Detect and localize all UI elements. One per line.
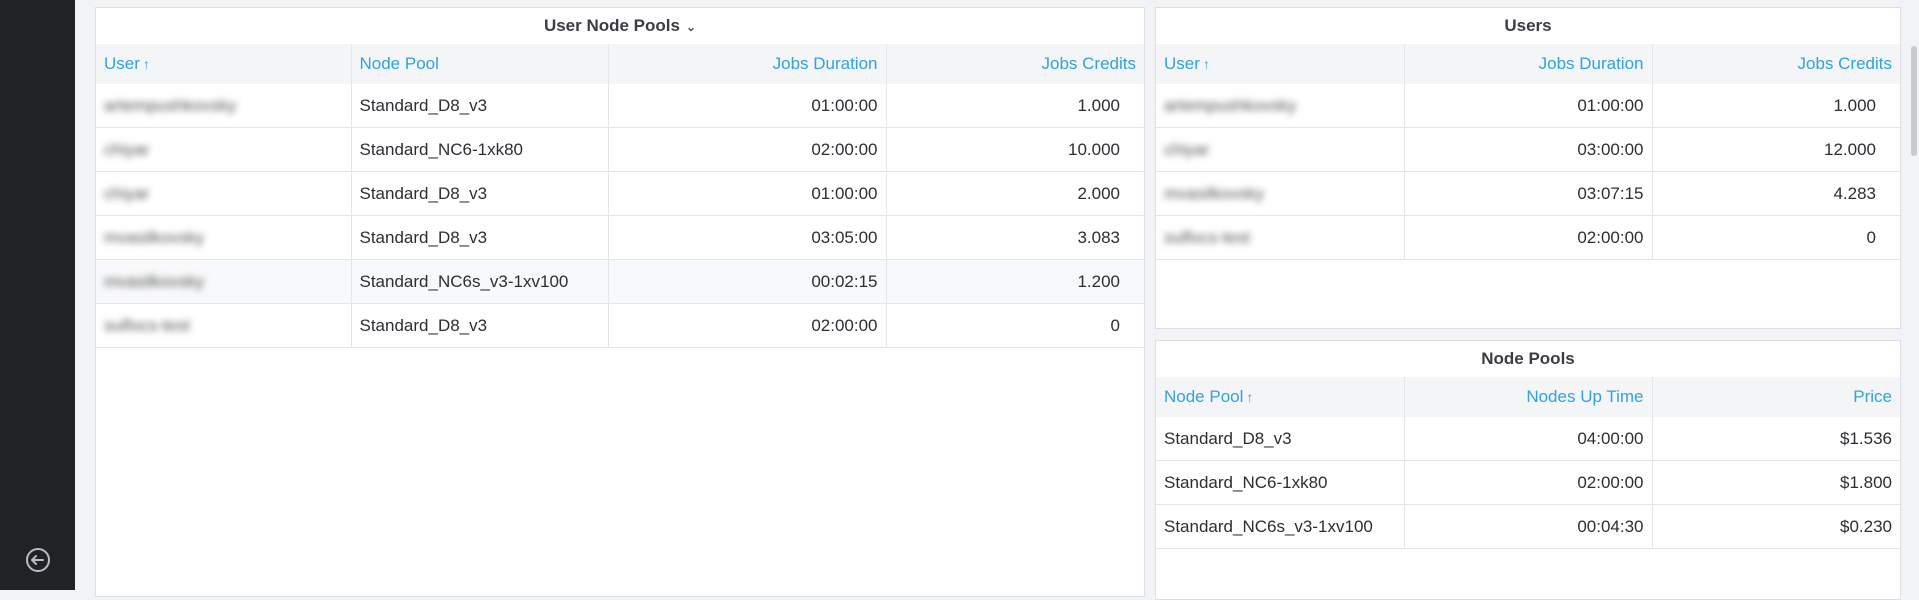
user-cell: mvasilkovsky	[96, 215, 352, 260]
arrow-up-icon: ↑	[142, 56, 150, 72]
jobs-duration-cell: 03:00:00	[1404, 127, 1653, 172]
jobs-duration-cell: 02:00:00	[1404, 215, 1653, 260]
user-cell: chiyar	[1156, 127, 1405, 172]
jobs-credits-cell: 1.000	[1652, 84, 1900, 128]
jobs-credits-cell: 1.000	[886, 84, 1144, 128]
table-row: Standard_D8_v3 04:00:00 $1.536	[1156, 417, 1900, 461]
nodes-up-time-cell: 00:04:30	[1404, 504, 1653, 549]
column-label: User	[1164, 54, 1200, 73]
user-node-pools-panel: User Node Pools ⌄ User ↑ Node Pool Jobs Du…	[95, 7, 1145, 597]
table-row: chiyar 03:00:00 12.000	[1156, 127, 1900, 172]
arrow-up-icon: ↑	[1246, 389, 1254, 405]
column-header-jobs-duration[interactable]: Jobs Duration	[608, 44, 887, 84]
jobs-duration-cell: 03:05:00	[608, 215, 887, 260]
node-pool-cell: Standard_NC6-1xk80	[1156, 460, 1405, 505]
user-cell: mvasilkovsky	[1156, 171, 1405, 216]
column-header-jobs-duration[interactable]: Jobs Duration	[1404, 44, 1653, 84]
node-pools-title: Node Pools	[1481, 349, 1575, 368]
node-pool-cell: Standard_NC6-1xk80	[351, 127, 609, 172]
node-pool-cell: Standard_D8_v3	[351, 84, 609, 128]
user-name: mvasilkovsky	[104, 227, 205, 247]
user-node-pools-table: User ↑ Node Pool Jobs Duration Jobs Credi…	[96, 44, 1144, 348]
table-row: Standard_NC6-1xk80 02:00:00 $1.800	[1156, 460, 1900, 505]
user-cell: chiyar	[96, 127, 352, 172]
user-name: mvasilkovsky	[104, 271, 205, 291]
jobs-credits-cell: 12.000	[1652, 127, 1900, 172]
node-pools-table: Node Pool ↑ Nodes Up Time Price Standard_…	[1156, 377, 1900, 549]
column-label: Node Pool	[1164, 387, 1244, 406]
table-row: mvasilkovsky 03:07:15 4.283	[1156, 171, 1900, 216]
sign-out-icon[interactable]	[25, 547, 51, 573]
node-pool-cell: Standard_D8_v3	[1156, 417, 1405, 461]
column-header-price[interactable]: Price	[1652, 377, 1900, 417]
jobs-duration-cell: 01:00:00	[1404, 84, 1653, 128]
user-node-pools-title[interactable]: User Node Pools ⌄	[96, 8, 1144, 44]
table-row: artempushkovsky Standard_D8_v3 01:00:00 1.0…	[96, 84, 1144, 128]
column-header-node-pool[interactable]: Node Pool ↑	[1156, 377, 1405, 417]
user-name: sulfocs-test	[1164, 227, 1250, 247]
table-row: artempushkovsky 01:00:00 1.000	[1156, 84, 1900, 128]
jobs-credits-cell: 2.000	[886, 171, 1144, 216]
user-name: mvasilkovsky	[1164, 183, 1265, 203]
price-cell: $0.230	[1652, 504, 1900, 549]
arrow-up-icon: ↑	[1202, 56, 1210, 72]
user-cell: sulfocs-test	[1156, 215, 1405, 260]
jobs-duration-cell: 02:00:00	[608, 127, 887, 172]
user-cell: artempushkovsky	[96, 84, 352, 128]
jobs-credits-cell: 0	[1652, 215, 1900, 260]
price-cell: $1.536	[1652, 417, 1900, 461]
chevron-down-icon[interactable]: ⌄	[686, 20, 696, 34]
user-cell: mvasilkovsky	[96, 259, 352, 304]
column-header-nodes-up-time[interactable]: Nodes Up Time	[1404, 377, 1653, 417]
user-name: sulfocs-test	[104, 315, 190, 335]
table-row: mvasilkovsky Standard_D8_v3 03:05:00 3.083	[96, 215, 1144, 260]
column-header-user[interactable]: User ↑	[96, 44, 352, 84]
column-header-node-pool[interactable]: Node Pool	[351, 44, 609, 84]
jobs-duration-cell: 01:00:00	[608, 84, 887, 128]
table-row: chiyar Standard_D8_v3 01:00:00 2.000	[96, 171, 1144, 216]
user-cell: sulfocs-test	[96, 303, 352, 348]
jobs-duration-cell: 01:00:00	[608, 171, 887, 216]
node-pool-cell: Standard_NC6s_v3-1xv100	[351, 259, 609, 304]
jobs-duration-cell: 02:00:00	[608, 303, 887, 348]
table-row: mvasilkovsky Standard_NC6s_v3-1xv100 00:02…	[96, 259, 1144, 304]
sidebar	[0, 0, 75, 590]
user-name: artempushkovsky	[1164, 95, 1297, 115]
jobs-credits-cell: 10.000	[886, 127, 1144, 172]
column-header-user[interactable]: User ↑	[1156, 44, 1405, 84]
user-name: chiyar	[104, 183, 150, 203]
table-row: sulfocs-test 02:00:00 0	[1156, 215, 1900, 260]
user-name: chiyar	[104, 139, 150, 159]
users-table: User ↑ Jobs Duration Jobs Credits artempu…	[1156, 44, 1900, 260]
scrollbar[interactable]	[1911, 46, 1917, 156]
jobs-credits-cell: 3.083	[886, 215, 1144, 260]
node-pool-cell: Standard_NC6s_v3-1xv100	[1156, 504, 1405, 549]
users-title: Users	[1504, 16, 1552, 35]
user-cell: artempushkovsky	[1156, 84, 1405, 128]
price-cell: $1.800	[1652, 460, 1900, 505]
table-row: chiyar Standard_NC6-1xk80 02:00:00 10.000	[96, 127, 1144, 172]
jobs-duration-cell: 00:02:15	[608, 259, 887, 304]
user-name: chiyar	[1164, 139, 1210, 159]
node-pool-cell: Standard_D8_v3	[351, 303, 609, 348]
nodes-up-time-cell: 04:00:00	[1404, 417, 1653, 461]
table-row: Standard_NC6s_v3-1xv100 00:04:30 $0.230	[1156, 504, 1900, 549]
jobs-credits-cell: 0	[886, 303, 1144, 348]
users-panel: Users User ↑ Jobs Duration Jobs Credits a…	[1155, 7, 1901, 329]
node-pools-panel: Node Pools Node Pool ↑ Nodes Up Time Pric…	[1155, 340, 1901, 600]
node-pool-cell: Standard_D8_v3	[351, 215, 609, 260]
column-header-jobs-credits[interactable]: Jobs Credits	[1652, 44, 1900, 84]
panel-title-text: User Node Pools	[543, 16, 680, 35]
jobs-duration-cell: 03:07:15	[1404, 171, 1653, 216]
column-label: User	[104, 54, 140, 73]
table-row: sulfocs-test Standard_D8_v3 02:00:00 0	[96, 303, 1144, 348]
user-cell: chiyar	[96, 171, 352, 216]
jobs-credits-cell: 4.283	[1652, 171, 1900, 216]
node-pool-cell: Standard_D8_v3	[351, 171, 609, 216]
column-header-jobs-credits[interactable]: Jobs Credits	[886, 44, 1144, 84]
user-name: artempushkovsky	[104, 95, 237, 115]
nodes-up-time-cell: 02:00:00	[1404, 460, 1653, 505]
jobs-credits-cell: 1.200	[886, 259, 1144, 304]
